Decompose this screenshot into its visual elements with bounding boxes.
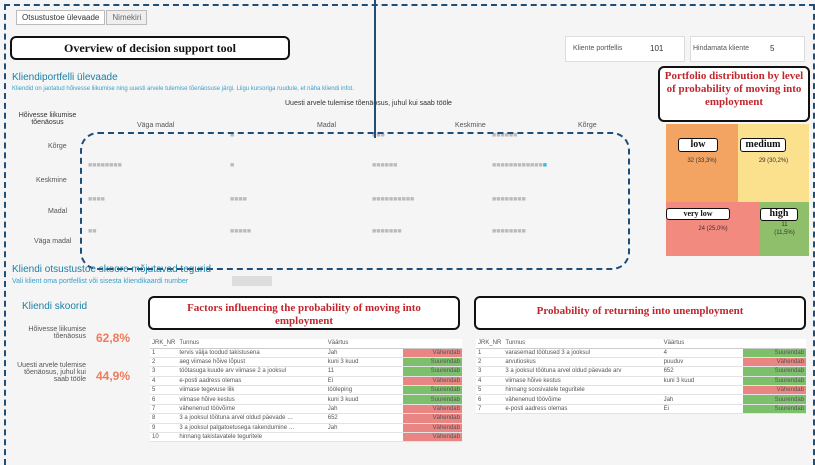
annotation-border (4, 4, 815, 465)
dashboard-frame: Otsustustoe ülevaade Nimekiri Kliente po… (0, 0, 815, 465)
